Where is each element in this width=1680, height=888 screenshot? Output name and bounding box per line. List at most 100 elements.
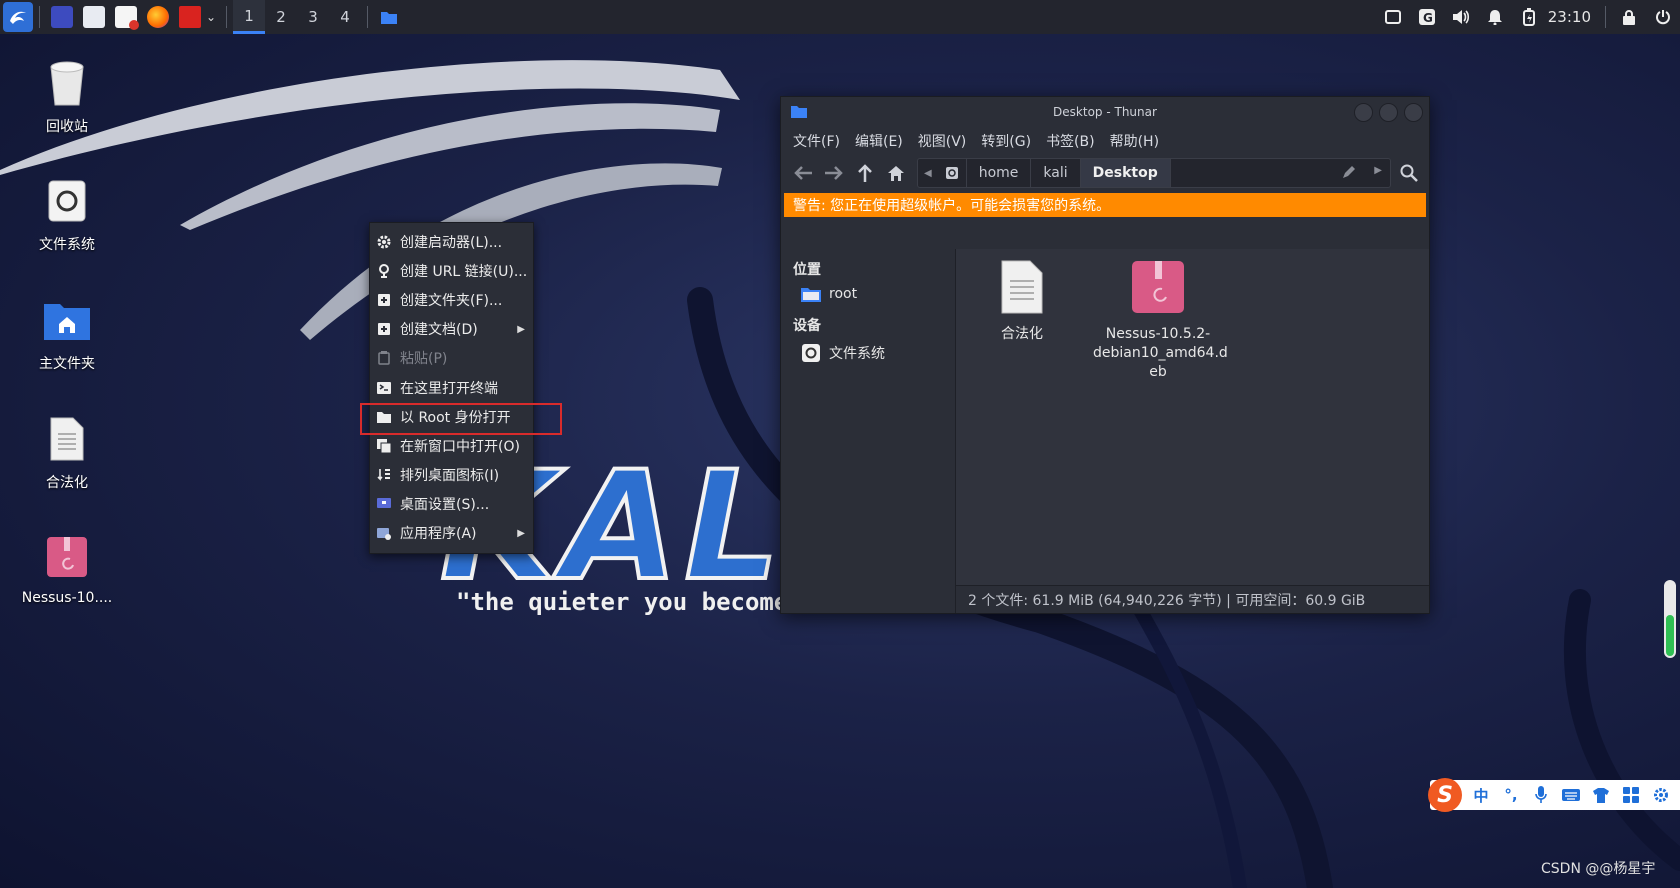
menu-item-applications[interactable]: 应用程序(A) ▶ xyxy=(370,519,533,548)
battery-icon[interactable] xyxy=(1519,7,1539,27)
punctuation-icon[interactable]: °, xyxy=(1500,785,1522,805)
path-scroll-right-icon[interactable]: ▶ xyxy=(1374,165,1382,176)
desktop-icon-label: 主文件夹 xyxy=(39,356,95,372)
sidebar: 位置 root 设备 文件系统 xyxy=(781,249,956,613)
drive-icon xyxy=(801,344,821,362)
minimize-button[interactable] xyxy=(1354,103,1373,122)
menu-item-open-in-new-window[interactable]: 在新窗口中打开(O) xyxy=(370,431,533,460)
menu-view[interactable]: 视图(V) xyxy=(918,131,967,151)
path-segment-home[interactable]: home xyxy=(967,159,1032,187)
thunar-taskbar-button[interactable] xyxy=(374,0,404,34)
submenu-arrow-icon: ▶ xyxy=(517,323,525,335)
panel-separator xyxy=(39,6,40,28)
desktop-icon-nessus[interactable]: Nessus-10.... xyxy=(12,530,122,606)
path-root-button[interactable] xyxy=(938,159,967,187)
close-button[interactable] xyxy=(1404,103,1423,122)
apps-grid-icon[interactable] xyxy=(1620,785,1642,805)
panel-separator xyxy=(367,6,368,28)
file-item-document[interactable]: 合法化 xyxy=(957,257,1087,344)
menu-item-paste[interactable]: 粘贴(P) xyxy=(370,344,533,373)
path-segment-kali[interactable]: kali xyxy=(1031,159,1081,187)
gear-icon xyxy=(376,234,392,250)
svg-text:G: G xyxy=(1423,11,1433,25)
screen-icon[interactable] xyxy=(1383,7,1403,27)
applications-icon xyxy=(376,525,392,541)
file-item-nessus-deb[interactable]: Nessus-10.5.2- debian10_amd64.d eb xyxy=(1093,257,1228,382)
firefox-icon[interactable] xyxy=(147,6,169,28)
sidebar-item-root[interactable]: root xyxy=(781,279,955,303)
desktop-icon-document[interactable]: 合法化 xyxy=(12,412,122,492)
power-icon[interactable] xyxy=(1653,7,1673,27)
microphone-icon[interactable] xyxy=(1530,785,1552,805)
pencil-icon[interactable] xyxy=(1342,165,1356,183)
flag-app-icon[interactable] xyxy=(179,6,201,28)
menu-item-create-document[interactable]: 创建文档(D) ▶ xyxy=(370,315,533,344)
menu-go[interactable]: 转到(G) xyxy=(981,131,1031,151)
menu-item-label: 排列桌面图标(I) xyxy=(400,468,500,485)
new-folder-icon xyxy=(376,292,392,308)
menu-item-open-terminal-here[interactable]: 在这里打开终端 xyxy=(370,373,533,402)
up-arrow-icon[interactable] xyxy=(853,161,877,185)
ime-mode-toggle[interactable]: 中 xyxy=(1470,785,1492,805)
volume-icon[interactable] xyxy=(1451,7,1471,27)
lock-icon[interactable] xyxy=(1619,7,1639,27)
menu-item-create-folder[interactable]: 创建文件夹(F)... xyxy=(370,285,533,314)
text-editor-icon[interactable] xyxy=(115,6,139,30)
system-tray: G 23:10 xyxy=(1376,0,1680,34)
thunar-window: Desktop - Thunar 文件(F) 编辑(E) 视图(V) 转到(G)… xyxy=(780,96,1430,614)
path-segment-desktop[interactable]: Desktop xyxy=(1080,159,1171,187)
desktop-icon-label: Nessus-10.... xyxy=(21,590,113,606)
menu-edit[interactable]: 编辑(E) xyxy=(855,131,903,151)
clock[interactable]: 23:10 xyxy=(1548,8,1591,26)
window-titlebar[interactable]: Desktop - Thunar xyxy=(781,97,1429,127)
desktop-icon-label: 回收站 xyxy=(46,119,88,135)
desktop-icon-trash[interactable]: 回收站 xyxy=(12,56,122,136)
menu-bookmarks[interactable]: 书签(B) xyxy=(1046,131,1095,151)
file-manager-icon[interactable] xyxy=(83,6,105,28)
skin-icon[interactable] xyxy=(1590,785,1612,805)
forward-arrow-icon[interactable] xyxy=(822,161,846,185)
g-app-icon[interactable]: G xyxy=(1417,7,1437,27)
drive-icon xyxy=(945,167,958,179)
menu-item-label: 创建启动器(L)... xyxy=(400,234,503,251)
workspace-4[interactable]: 4 xyxy=(329,0,361,34)
top-panel: ⌄ 1 2 3 4 G 23:10 xyxy=(0,0,1680,34)
back-arrow-icon[interactable] xyxy=(791,161,815,185)
new-document-icon xyxy=(376,321,392,337)
desktop-icon-filesystem[interactable]: 文件系统 xyxy=(12,174,122,254)
kali-dragon-icon xyxy=(10,11,26,24)
menu-item-label: 创建文档(D) xyxy=(400,322,478,339)
menu-help[interactable]: 帮助(H) xyxy=(1110,131,1159,151)
deb-package-icon xyxy=(43,530,91,584)
maximize-button[interactable] xyxy=(1379,103,1398,122)
watermark: CSDN @@杨星宇 xyxy=(1541,861,1656,877)
folder-icon xyxy=(381,12,397,24)
deb-package-icon xyxy=(1130,257,1186,317)
file-name-line: eb xyxy=(1149,364,1167,380)
notification-bell-icon[interactable] xyxy=(1485,7,1505,27)
menu-item-create-url-link[interactable]: 创建 URL 链接(U)... xyxy=(370,256,533,285)
menu-file[interactable]: 文件(F) xyxy=(793,131,840,151)
ime-toolbar: S 中 °, xyxy=(1428,778,1680,812)
workspace-3[interactable]: 3 xyxy=(297,0,329,34)
home-icon[interactable] xyxy=(884,161,908,185)
menu-item-desktop-settings[interactable]: 桌面设置(S)... xyxy=(370,490,533,519)
sort-icon xyxy=(376,467,392,483)
search-icon[interactable] xyxy=(1397,161,1421,185)
terminal-icon[interactable] xyxy=(51,6,73,28)
sidebar-item-filesystem[interactable]: 文件系统 xyxy=(781,335,955,363)
workspace-1[interactable]: 1 xyxy=(233,0,265,34)
panel-separator xyxy=(1605,6,1606,28)
sidebar-header-devices: 设备 xyxy=(793,318,821,334)
kali-menu-button[interactable] xyxy=(3,2,33,32)
workspace-2[interactable]: 2 xyxy=(265,0,297,34)
sogou-logo-icon[interactable]: S xyxy=(1428,778,1462,812)
menu-item-create-launcher[interactable]: 创建启动器(L)... xyxy=(370,227,533,256)
file-name: 合法化 xyxy=(1001,326,1043,342)
menu-item-arrange-icons[interactable]: 排列桌面图标(I) xyxy=(370,461,533,490)
settings-icon[interactable] xyxy=(1650,785,1672,805)
chevron-down-icon[interactable]: ⌄ xyxy=(206,10,220,24)
desktop-icon-home[interactable]: 主文件夹 xyxy=(12,293,122,373)
path-scroll-left-icon[interactable]: ◀ xyxy=(918,168,938,179)
keyboard-icon[interactable] xyxy=(1560,785,1582,805)
